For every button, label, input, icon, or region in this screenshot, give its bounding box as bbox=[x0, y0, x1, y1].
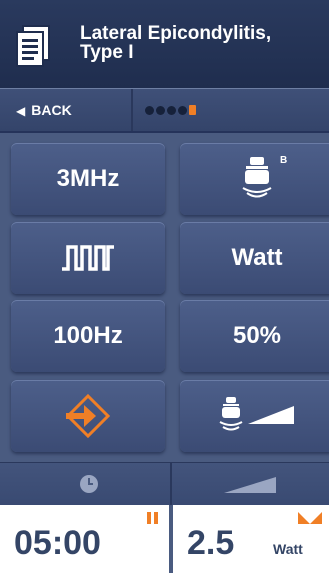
timer-panel[interactable]: 05:00 bbox=[0, 505, 169, 573]
footer-divider bbox=[170, 463, 172, 505]
progress-dot bbox=[145, 105, 154, 115]
title-line-1: Lateral Epicondylitis, bbox=[80, 23, 272, 44]
progress-dot bbox=[167, 105, 176, 115]
frequency-label: 3MHz bbox=[56, 165, 120, 192]
footer-icon-bar bbox=[0, 462, 329, 505]
pulse-frequency-label: 100Hz bbox=[53, 322, 123, 349]
enter-icon bbox=[65, 393, 111, 439]
progress-indicator bbox=[145, 105, 196, 115]
intensity-panel[interactable]: 2.5 Watt bbox=[173, 505, 329, 573]
header: Lateral Epicondylitis, Type I bbox=[0, 0, 329, 89]
waveform-button[interactable] bbox=[11, 222, 165, 294]
clock-icon bbox=[80, 475, 98, 493]
duty-cycle-button[interactable]: 50% bbox=[180, 300, 329, 372]
power-unit-button[interactable]: Watt bbox=[180, 222, 329, 294]
head-badge: B bbox=[280, 155, 288, 166]
frequency-button[interactable]: 3MHz bbox=[11, 143, 165, 215]
pause-icon[interactable] bbox=[146, 511, 160, 525]
transducer-head-icon bbox=[242, 157, 272, 198]
pulse-wave-icon bbox=[62, 245, 114, 271]
title-line-2: Type I bbox=[80, 42, 134, 63]
enter-button[interactable] bbox=[11, 380, 165, 452]
back-label: BACK bbox=[31, 102, 72, 118]
intensity-unit: Watt bbox=[273, 541, 303, 557]
intensity-adjust-icon[interactable] bbox=[297, 511, 323, 525]
head-select-button[interactable]: B bbox=[180, 143, 329, 215]
timer-value: 05:00 bbox=[14, 524, 101, 562]
progress-dot bbox=[156, 105, 165, 115]
pulse-frequency-button[interactable]: 100Hz bbox=[11, 300, 165, 372]
ramp-icon bbox=[224, 477, 276, 493]
nav-bar: ◀ BACK bbox=[0, 89, 329, 133]
head-intensity-icon bbox=[219, 397, 294, 431]
back-arrow-icon: ◀ bbox=[16, 104, 26, 118]
back-button[interactable]: ◀ BACK bbox=[0, 89, 133, 131]
document-icon bbox=[16, 25, 50, 67]
head-intensity-button[interactable] bbox=[180, 380, 329, 452]
page-title: Lateral Epicondylitis, Type I bbox=[80, 24, 320, 62]
progress-current bbox=[189, 105, 196, 115]
duty-cycle-label: 50% bbox=[232, 322, 282, 349]
power-unit-label: Watt bbox=[231, 244, 283, 271]
intensity-value: 2.5 bbox=[187, 524, 235, 562]
progress-dot bbox=[178, 105, 187, 115]
